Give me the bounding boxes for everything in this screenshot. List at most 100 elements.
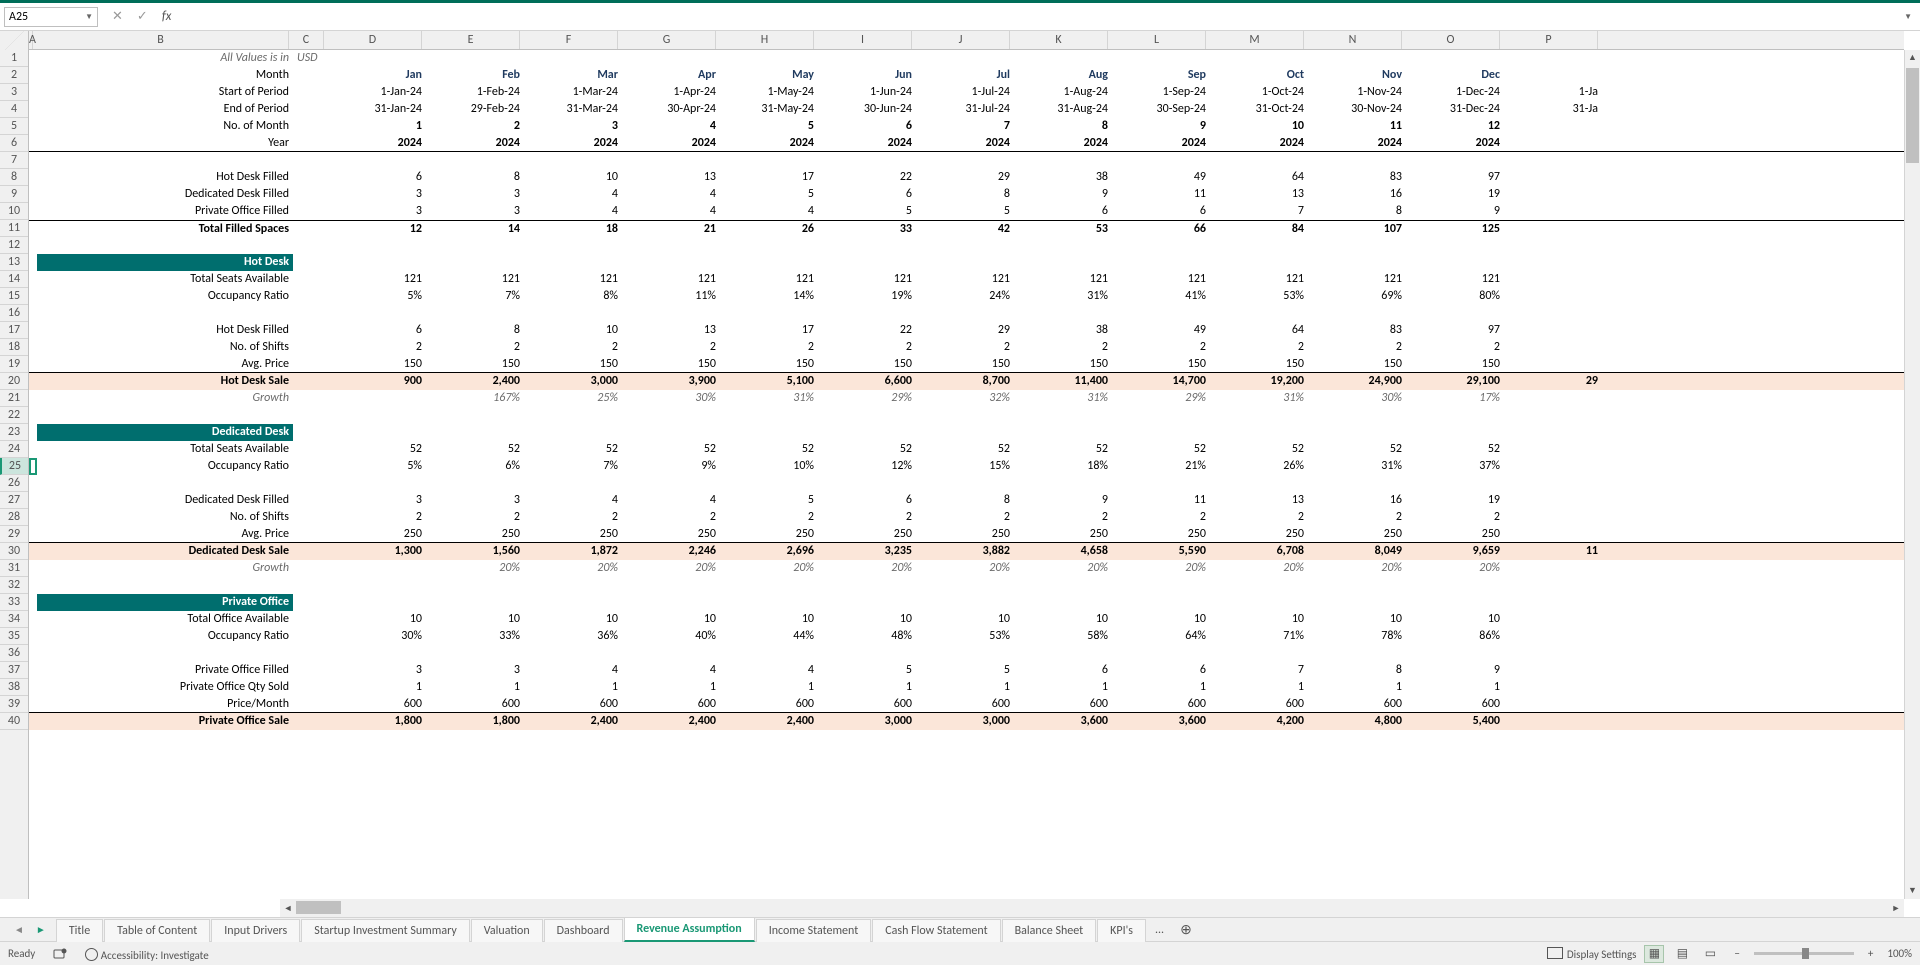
cell[interactable] xyxy=(1308,475,1406,492)
row-header[interactable]: 1 xyxy=(0,50,28,67)
cell[interactable] xyxy=(37,305,293,322)
cell[interactable]: Total Filled Spaces xyxy=(37,221,293,237)
cell[interactable] xyxy=(29,424,37,441)
cell[interactable]: Price/Month xyxy=(37,696,293,712)
cell[interactable]: 20% xyxy=(1210,560,1308,577)
cell[interactable]: 600 xyxy=(328,696,426,712)
cell[interactable]: 121 xyxy=(916,271,1014,288)
cell[interactable] xyxy=(524,237,622,254)
cell[interactable]: 2 xyxy=(1210,339,1308,356)
cell[interactable]: 38 xyxy=(1014,169,1112,186)
cell[interactable]: 600 xyxy=(720,696,818,712)
cell[interactable] xyxy=(293,288,328,305)
cell[interactable]: 83 xyxy=(1308,322,1406,339)
cell[interactable]: End of Period xyxy=(37,101,293,118)
cell[interactable] xyxy=(720,407,818,424)
cell[interactable] xyxy=(720,152,818,169)
cell[interactable]: 2,400 xyxy=(622,713,720,730)
cell[interactable]: 5 xyxy=(916,662,1014,679)
cell[interactable] xyxy=(29,560,37,577)
cell[interactable] xyxy=(622,475,720,492)
cell[interactable]: 1 xyxy=(524,679,622,696)
cell[interactable]: Private Office Sale xyxy=(37,713,293,730)
cell[interactable] xyxy=(1504,611,1602,628)
zoom-level[interactable]: 100% xyxy=(1887,947,1912,960)
cell[interactable]: No. of Shifts xyxy=(37,509,293,526)
cell[interactable]: 2 xyxy=(426,509,524,526)
cell[interactable]: 2,246 xyxy=(622,543,720,560)
row-header[interactable]: 14 xyxy=(0,271,28,288)
cell[interactable]: 30% xyxy=(328,628,426,645)
cell[interactable]: Oct xyxy=(1210,67,1308,84)
cell[interactable] xyxy=(1112,407,1210,424)
cell[interactable] xyxy=(622,645,720,662)
cell[interactable]: 29 xyxy=(1504,373,1602,390)
sheet-tab[interactable]: Balance Sheet xyxy=(1002,919,1097,942)
row-header[interactable]: 31 xyxy=(0,560,28,577)
cell[interactable] xyxy=(37,237,293,254)
cell[interactable]: 8,700 xyxy=(916,373,1014,390)
cell[interactable]: 17 xyxy=(720,322,818,339)
cell[interactable]: 150 xyxy=(818,356,916,372)
cell[interactable]: 121 xyxy=(1308,271,1406,288)
cell[interactable] xyxy=(1504,560,1602,577)
cell[interactable]: 250 xyxy=(1210,526,1308,542)
cell[interactable]: 9 xyxy=(1014,186,1112,203)
col-header[interactable]: J xyxy=(912,31,1010,49)
cell[interactable] xyxy=(328,305,426,322)
cell[interactable]: Hot Desk Filled xyxy=(37,322,293,339)
cell[interactable] xyxy=(1308,237,1406,254)
cell[interactable] xyxy=(293,186,328,203)
cell[interactable]: 4 xyxy=(524,186,622,203)
row-header[interactable]: 35 xyxy=(0,628,28,645)
row-header[interactable]: 33 xyxy=(0,594,28,611)
cell[interactable]: 150 xyxy=(426,356,524,372)
cell[interactable] xyxy=(293,526,328,542)
sheet-tab[interactable]: Startup Investment Summary xyxy=(301,919,470,942)
cell[interactable] xyxy=(916,254,1014,271)
cell[interactable]: Jul xyxy=(916,67,1014,84)
cell[interactable]: 5 xyxy=(916,203,1014,220)
cell[interactable]: Feb xyxy=(426,67,524,84)
sheet-tab[interactable]: Income Statement xyxy=(756,919,872,942)
cell[interactable]: 600 xyxy=(524,696,622,712)
cell[interactable]: 52 xyxy=(524,441,622,458)
cell[interactable] xyxy=(29,322,37,339)
cell[interactable]: 83 xyxy=(1308,169,1406,186)
cell[interactable] xyxy=(524,152,622,169)
cell[interactable] xyxy=(293,560,328,577)
cell[interactable]: 30% xyxy=(622,390,720,407)
cell[interactable]: 121 xyxy=(818,271,916,288)
cell[interactable]: 12 xyxy=(328,221,426,237)
row-header[interactable]: 12 xyxy=(0,237,28,254)
cell[interactable]: 53 xyxy=(1014,221,1112,237)
cell[interactable] xyxy=(1406,407,1504,424)
cell[interactable]: 29,100 xyxy=(1406,373,1504,390)
row-header[interactable]: 2 xyxy=(0,67,28,84)
cell[interactable]: Nov xyxy=(1308,67,1406,84)
cell[interactable]: 64 xyxy=(1210,169,1308,186)
cell[interactable]: Private Office Qty Sold xyxy=(37,679,293,696)
cell[interactable]: 2 xyxy=(1308,339,1406,356)
cell[interactable] xyxy=(29,203,37,220)
cell[interactable]: 36% xyxy=(524,628,622,645)
cell[interactable]: 1 xyxy=(1308,679,1406,696)
cell[interactable] xyxy=(328,594,426,611)
cell[interactable]: 1-Jan-24 xyxy=(328,84,426,101)
cell[interactable]: 7% xyxy=(426,288,524,305)
cell[interactable] xyxy=(29,118,37,135)
cell[interactable]: 2024 xyxy=(524,135,622,151)
cell[interactable]: 4 xyxy=(622,118,720,135)
cell[interactable]: 6 xyxy=(818,118,916,135)
cell[interactable]: 3,600 xyxy=(1112,713,1210,730)
new-sheet-icon[interactable]: ⊕ xyxy=(1172,917,1200,942)
cell[interactable]: 22 xyxy=(818,169,916,186)
cell[interactable]: 31-Jul-24 xyxy=(916,101,1014,118)
cell[interactable]: 8 xyxy=(426,322,524,339)
cell[interactable] xyxy=(1014,424,1112,441)
cell[interactable] xyxy=(1504,628,1602,645)
cell[interactable] xyxy=(29,288,37,305)
sheet-tab[interactable]: Valuation xyxy=(471,919,543,942)
cell[interactable] xyxy=(293,628,328,645)
cell[interactable]: 52 xyxy=(1014,441,1112,458)
